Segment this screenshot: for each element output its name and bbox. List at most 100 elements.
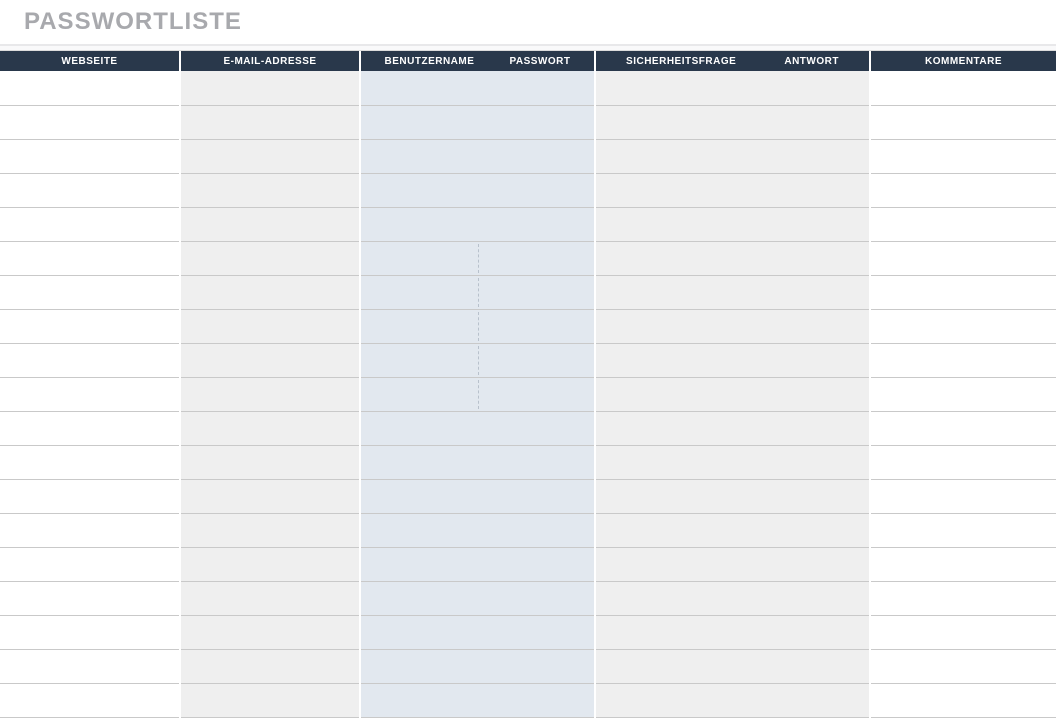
cell-email[interactable] bbox=[180, 513, 360, 547]
cell-user-pass[interactable] bbox=[360, 241, 595, 275]
cell-webseite[interactable] bbox=[0, 173, 180, 207]
cell-user-pass[interactable] bbox=[360, 275, 595, 309]
cell-sec-ant[interactable] bbox=[595, 445, 870, 479]
cell-sec-ant[interactable] bbox=[595, 683, 870, 717]
cell-kommentare[interactable] bbox=[870, 139, 1056, 173]
table-row bbox=[0, 207, 1056, 241]
table-row bbox=[0, 615, 1056, 649]
table-row bbox=[0, 411, 1056, 445]
cell-email[interactable] bbox=[180, 139, 360, 173]
cell-webseite[interactable] bbox=[0, 547, 180, 581]
cell-sec-ant[interactable] bbox=[595, 547, 870, 581]
cell-email[interactable] bbox=[180, 411, 360, 445]
cell-webseite[interactable] bbox=[0, 411, 180, 445]
cell-email[interactable] bbox=[180, 309, 360, 343]
cell-email[interactable] bbox=[180, 105, 360, 139]
cell-sec-ant[interactable] bbox=[595, 513, 870, 547]
cell-sec-ant[interactable] bbox=[595, 241, 870, 275]
cell-user-pass[interactable] bbox=[360, 615, 595, 649]
cell-email[interactable] bbox=[180, 445, 360, 479]
cell-kommentare[interactable] bbox=[870, 513, 1056, 547]
cell-user-pass[interactable] bbox=[360, 343, 595, 377]
cell-kommentare[interactable] bbox=[870, 411, 1056, 445]
cell-sec-ant[interactable] bbox=[595, 207, 870, 241]
cell-kommentare[interactable] bbox=[870, 71, 1056, 105]
cell-kommentare[interactable] bbox=[870, 445, 1056, 479]
cell-email[interactable] bbox=[180, 479, 360, 513]
cell-user-pass[interactable] bbox=[360, 649, 595, 683]
col-header-sicherheitsfrage: SICHERHEITSFRAGE bbox=[626, 56, 736, 67]
cell-sec-ant[interactable] bbox=[595, 275, 870, 309]
cell-email[interactable] bbox=[180, 377, 360, 411]
cell-email[interactable] bbox=[180, 683, 360, 717]
cell-kommentare[interactable] bbox=[870, 479, 1056, 513]
cell-webseite[interactable] bbox=[0, 581, 180, 615]
cell-kommentare[interactable] bbox=[870, 547, 1056, 581]
cell-email[interactable] bbox=[180, 615, 360, 649]
cell-sec-ant[interactable] bbox=[595, 615, 870, 649]
cell-user-pass[interactable] bbox=[360, 173, 595, 207]
cell-sec-ant[interactable] bbox=[595, 139, 870, 173]
cell-sec-ant[interactable] bbox=[595, 173, 870, 207]
cell-sec-ant[interactable] bbox=[595, 581, 870, 615]
cell-kommentare[interactable] bbox=[870, 581, 1056, 615]
cell-webseite[interactable] bbox=[0, 615, 180, 649]
cell-webseite[interactable] bbox=[0, 71, 180, 105]
cell-kommentare[interactable] bbox=[870, 105, 1056, 139]
cell-kommentare[interactable] bbox=[870, 207, 1056, 241]
cell-email[interactable] bbox=[180, 343, 360, 377]
cell-email[interactable] bbox=[180, 581, 360, 615]
cell-kommentare[interactable] bbox=[870, 173, 1056, 207]
cell-sec-ant[interactable] bbox=[595, 309, 870, 343]
cell-email[interactable] bbox=[180, 649, 360, 683]
cell-user-pass[interactable] bbox=[360, 377, 595, 411]
cell-sec-ant[interactable] bbox=[595, 105, 870, 139]
cell-sec-ant[interactable] bbox=[595, 71, 870, 105]
cell-kommentare[interactable] bbox=[870, 343, 1056, 377]
cell-email[interactable] bbox=[180, 207, 360, 241]
cell-user-pass[interactable] bbox=[360, 105, 595, 139]
cell-webseite[interactable] bbox=[0, 343, 180, 377]
cell-webseite[interactable] bbox=[0, 377, 180, 411]
cell-kommentare[interactable] bbox=[870, 275, 1056, 309]
cell-sec-ant[interactable] bbox=[595, 411, 870, 445]
cell-sec-ant[interactable] bbox=[595, 479, 870, 513]
cell-user-pass[interactable] bbox=[360, 309, 595, 343]
cell-user-pass[interactable] bbox=[360, 479, 595, 513]
cell-webseite[interactable] bbox=[0, 241, 180, 275]
cell-kommentare[interactable] bbox=[870, 683, 1056, 717]
col-header-kommentare: KOMMENTARE bbox=[870, 51, 1056, 71]
cell-webseite[interactable] bbox=[0, 275, 180, 309]
cell-webseite[interactable] bbox=[0, 445, 180, 479]
cell-sec-ant[interactable] bbox=[595, 377, 870, 411]
cell-user-pass[interactable] bbox=[360, 207, 595, 241]
cell-user-pass[interactable] bbox=[360, 71, 595, 105]
cell-user-pass[interactable] bbox=[360, 547, 595, 581]
cell-email[interactable] bbox=[180, 547, 360, 581]
cell-user-pass[interactable] bbox=[360, 445, 595, 479]
cell-email[interactable] bbox=[180, 275, 360, 309]
cell-webseite[interactable] bbox=[0, 683, 180, 717]
cell-sec-ant[interactable] bbox=[595, 649, 870, 683]
cell-user-pass[interactable] bbox=[360, 683, 595, 717]
cell-webseite[interactable] bbox=[0, 105, 180, 139]
cell-user-pass[interactable] bbox=[360, 139, 595, 173]
cell-user-pass[interactable] bbox=[360, 411, 595, 445]
cell-user-pass[interactable] bbox=[360, 581, 595, 615]
cell-kommentare[interactable] bbox=[870, 649, 1056, 683]
cell-webseite[interactable] bbox=[0, 649, 180, 683]
cell-kommentare[interactable] bbox=[870, 309, 1056, 343]
cell-kommentare[interactable] bbox=[870, 241, 1056, 275]
cell-webseite[interactable] bbox=[0, 207, 180, 241]
cell-webseite[interactable] bbox=[0, 479, 180, 513]
cell-kommentare[interactable] bbox=[870, 377, 1056, 411]
cell-email[interactable] bbox=[180, 71, 360, 105]
cell-kommentare[interactable] bbox=[870, 615, 1056, 649]
cell-sec-ant[interactable] bbox=[595, 343, 870, 377]
cell-webseite[interactable] bbox=[0, 309, 180, 343]
cell-email[interactable] bbox=[180, 241, 360, 275]
cell-email[interactable] bbox=[180, 173, 360, 207]
cell-user-pass[interactable] bbox=[360, 513, 595, 547]
cell-webseite[interactable] bbox=[0, 139, 180, 173]
cell-webseite[interactable] bbox=[0, 513, 180, 547]
